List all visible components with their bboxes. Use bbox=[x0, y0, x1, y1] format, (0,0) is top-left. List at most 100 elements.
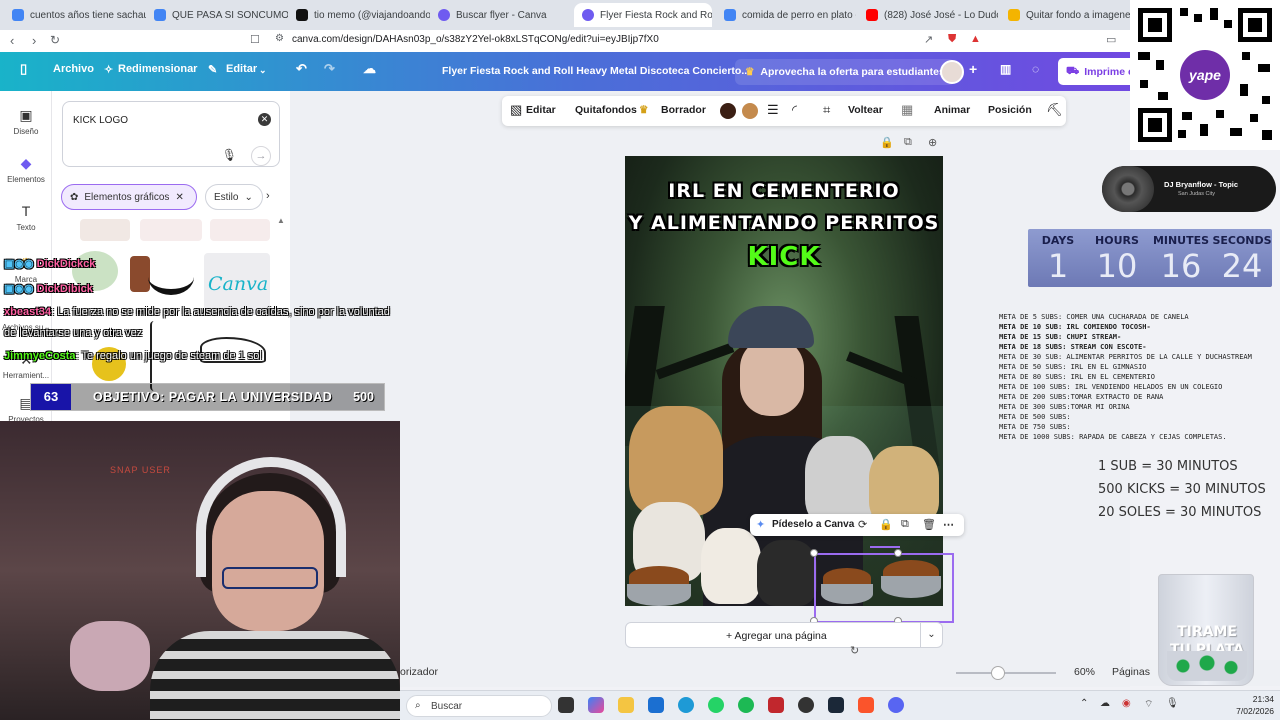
print-button[interactable]: ⛟ Imprime c bbox=[1058, 58, 1138, 85]
redimensionar-button[interactable]: Redimensionar bbox=[118, 63, 197, 75]
steam-icon[interactable] bbox=[828, 697, 844, 713]
wifi-icon[interactable]: ⌔ bbox=[1144, 698, 1153, 711]
rail-item-texto[interactable]: T Texto bbox=[0, 203, 52, 232]
delete-icon[interactable]: 🗑 bbox=[922, 518, 936, 531]
browser-tab[interactable]: cuentos años tiene sachauzum bbox=[4, 3, 146, 27]
zoom-level[interactable]: 60% bbox=[1074, 666, 1095, 678]
browser-tab[interactable]: (828) José José - Lo Dudo bbox=[858, 3, 998, 27]
chevron-down-icon[interactable]: ⌄ bbox=[259, 65, 267, 76]
mic-icon[interactable]: 🎙 bbox=[1166, 698, 1179, 709]
zoom-slider[interactable] bbox=[956, 672, 1056, 674]
undo-icon[interactable]: ↶ bbox=[296, 61, 307, 77]
resize-handle[interactable] bbox=[810, 549, 818, 557]
forward-icon[interactable]: › bbox=[32, 33, 36, 48]
flyer-page[interactable]: IRL EN CEMENTERIO Y ALIMENTANDO PERRITOS… bbox=[625, 156, 943, 606]
resize-handle[interactable] bbox=[894, 549, 902, 557]
add-page-button[interactable]: + Agregar una página ⌄ bbox=[625, 622, 943, 648]
selection-inner-box[interactable] bbox=[870, 546, 900, 624]
student-offer-button[interactable]: ♛ Aprovecha la oferta para estudiantes bbox=[735, 59, 955, 85]
eyelash-graphic[interactable] bbox=[148, 259, 194, 295]
color-swatch[interactable] bbox=[742, 103, 758, 119]
flyer-title-line2[interactable]: Y ALIMENTANDO PERRITOS bbox=[625, 212, 943, 234]
close-icon[interactable]: ✕ bbox=[175, 192, 183, 203]
file-explorer-icon[interactable] bbox=[618, 697, 634, 713]
eraser-button[interactable]: Borrador bbox=[661, 104, 706, 116]
discord-icon[interactable] bbox=[888, 697, 904, 713]
crop-icon[interactable]: ⌗ bbox=[823, 102, 830, 118]
browser-tab[interactable]: Buscar flyer - Canva bbox=[430, 3, 572, 27]
bookmark-icon[interactable]: ☐ bbox=[250, 33, 260, 46]
refresh-icon[interactable]: ↻ bbox=[850, 644, 859, 657]
avatar[interactable] bbox=[940, 60, 964, 84]
clock-time[interactable]: 21:34 bbox=[1232, 694, 1274, 704]
flyer-title-line1[interactable]: IRL EN CEMENTERIO bbox=[625, 180, 943, 202]
cloud-saved-icon[interactable]: ☁ bbox=[363, 61, 376, 77]
flip-button[interactable]: Voltear bbox=[848, 104, 883, 116]
rail-item-diseno[interactable]: ▣ Diseño bbox=[0, 107, 52, 136]
menu-icon[interactable]: ▯ bbox=[20, 61, 27, 77]
lock-icon[interactable]: 🔒 bbox=[880, 136, 894, 149]
tray-icon[interactable]: ◉ bbox=[1122, 698, 1131, 709]
border-style-icon[interactable]: ☰ bbox=[767, 102, 779, 118]
brave-shield-icon[interactable]: ⛊ bbox=[948, 33, 956, 46]
reload-icon[interactable]: ↻ bbox=[50, 33, 60, 47]
edit-image-button[interactable]: Editar bbox=[526, 104, 556, 116]
browser-tab[interactable]: comida de perro en plato - Bu bbox=[716, 3, 856, 27]
filter-chip-elementos-graficos[interactable]: ✿ Elementos gráficos ✕ bbox=[61, 184, 197, 210]
transparency-icon[interactable]: ▦ bbox=[901, 102, 913, 118]
arrow-right-icon[interactable]: → bbox=[251, 146, 271, 166]
corner-rounding-icon[interactable]: ◜ bbox=[792, 102, 797, 118]
edit-image-icon[interactable]: ▧ bbox=[510, 102, 522, 118]
edit-pencil-icon[interactable]: ✎ bbox=[208, 63, 217, 76]
share-icon[interactable]: ↗ bbox=[924, 33, 933, 46]
duplicate-page-icon[interactable]: ⧉ bbox=[904, 136, 912, 149]
app-icon[interactable] bbox=[768, 697, 784, 713]
store-icon[interactable] bbox=[648, 697, 664, 713]
filter-chip-estilo[interactable]: Estilo ⌄ bbox=[205, 184, 263, 210]
position-button[interactable]: Posición bbox=[988, 104, 1032, 116]
resize-icon[interactable]: ✧ bbox=[104, 63, 113, 76]
comments-icon[interactable]: ◌ bbox=[1032, 62, 1039, 76]
pages-button[interactable]: Páginas bbox=[1112, 666, 1150, 678]
spotify-icon[interactable] bbox=[738, 697, 754, 713]
task-view-icon[interactable] bbox=[558, 697, 574, 713]
zoom-slider-thumb[interactable] bbox=[991, 666, 1005, 680]
browser-tab[interactable]: Quitar fondo a imagenes onlin bbox=[1000, 3, 1130, 27]
tray-chevron-icon[interactable]: ⌃ bbox=[1080, 698, 1088, 709]
more-icon[interactable]: ⋯ bbox=[943, 518, 954, 531]
paint-format-icon[interactable]: ⛏ bbox=[1046, 102, 1063, 118]
chevron-right-icon[interactable]: › bbox=[266, 190, 270, 202]
flyer-kick-text[interactable]: KICK bbox=[625, 242, 943, 272]
site-info-icon[interactable]: ⚙ bbox=[275, 33, 284, 44]
graphic-result[interactable] bbox=[140, 219, 202, 241]
graphic-result[interactable] bbox=[210, 219, 270, 241]
browser-tab[interactable]: QUE PASA SI SONCUMO MUC bbox=[146, 3, 288, 27]
add-collaborator-icon[interactable]: + bbox=[969, 61, 977, 77]
remove-bg-button[interactable]: Quitafondos bbox=[575, 104, 637, 116]
tray-icon[interactable]: ☁ bbox=[1100, 698, 1110, 709]
sidebar-toggle-icon[interactable]: ▭ bbox=[1106, 33, 1116, 46]
lock-icon[interactable]: 🔒 bbox=[879, 518, 893, 531]
graphic-result[interactable] bbox=[80, 219, 130, 241]
rail-item-elementos[interactable]: ◆ Elementos bbox=[0, 155, 52, 184]
clear-search-icon[interactable]: ✕ bbox=[258, 113, 271, 126]
color-swatch[interactable] bbox=[720, 103, 736, 119]
search-input[interactable]: KICK LOGO ✕ 🎙 → bbox=[62, 101, 280, 167]
replace-icon[interactable]: ⟳ bbox=[858, 518, 867, 531]
graphic-result[interactable] bbox=[130, 256, 150, 292]
obs-icon[interactable] bbox=[798, 697, 814, 713]
whatsapp-icon[interactable] bbox=[708, 697, 724, 713]
add-page-icon[interactable]: ⊕ bbox=[928, 136, 937, 149]
animate-button[interactable]: Animar bbox=[934, 104, 970, 116]
editar-menu-button[interactable]: Editar bbox=[226, 63, 257, 75]
document-title[interactable]: Flyer Fiesta Rock and Roll Heavy Metal D… bbox=[442, 65, 750, 77]
duplicate-icon[interactable]: ⧉ bbox=[901, 518, 909, 531]
ask-canva-button[interactable]: Pídeselo a Canva bbox=[772, 519, 854, 530]
taskbar-search[interactable]: ⌕ Buscar bbox=[406, 695, 552, 717]
scroll-up-icon[interactable]: ▲ bbox=[277, 216, 285, 225]
url-field[interactable]: canva.com/design/DAHAsn03p_o/s38zY2Yel-o… bbox=[292, 34, 659, 45]
browser-tab-active[interactable]: Flyer Fiesta Rock and Roll ✕ bbox=[574, 3, 712, 27]
archivo-button[interactable]: Archivo bbox=[53, 63, 94, 75]
back-icon[interactable]: ‹ bbox=[10, 33, 14, 48]
copilot-icon[interactable] bbox=[588, 697, 604, 713]
